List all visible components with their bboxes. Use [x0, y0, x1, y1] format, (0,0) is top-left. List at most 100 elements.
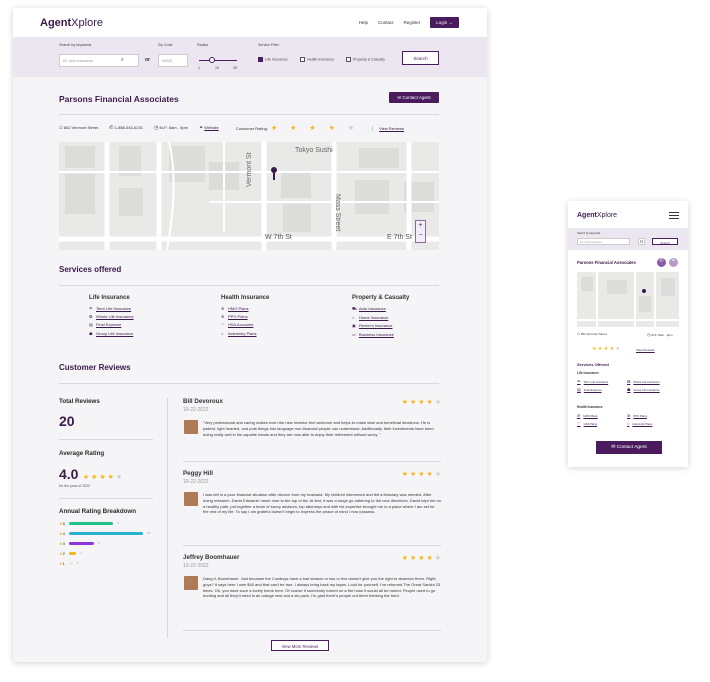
- service-link[interactable]: ✲ PPO Plans: [221, 314, 269, 319]
- phone[interactable]: ✆ 1-888-543-6231: [109, 125, 143, 131]
- keywords-label: Search by keywords: [59, 43, 92, 47]
- service-link[interactable]: ▭ Business Insurance: [352, 332, 409, 337]
- location-map[interactable]: Tokyo Sushi Vermont St Mass Street W 7th…: [59, 142, 439, 250]
- link-icon: ⚭: [198, 125, 204, 131]
- mobile-phone-icon[interactable]: ✆: [657, 258, 666, 267]
- health-checkbox[interactable]: Health Insurance: [300, 57, 334, 62]
- life-checkbox[interactable]: Life Insurance: [258, 57, 288, 62]
- services-column: Health Insurance ✲ HMO Plans ✲ PPO Plans ♡ HSA…: [221, 295, 269, 339]
- mobile-view-reviews[interactable]: View Reviews: [636, 348, 655, 352]
- nav-help[interactable]: Help: [359, 20, 368, 25]
- checkbox-checked-icon[interactable]: [258, 57, 263, 62]
- logo[interactable]: AgentXplore: [40, 17, 103, 29]
- group-icon: ☗: [89, 330, 93, 336]
- star-icon: ★: [401, 399, 409, 406]
- view-more-reviews-button[interactable]: View More Reviews: [271, 640, 329, 651]
- nav-register[interactable]: Register: [403, 20, 420, 25]
- radius-slider-track[interactable]: [199, 60, 237, 61]
- nav-links: Help Contact Register Login →: [359, 17, 459, 28]
- service-link[interactable]: ⌂ Indemnity Plans: [221, 331, 269, 336]
- checkbox-icon[interactable]: [300, 57, 305, 62]
- breakdown-star: 5: [62, 521, 65, 526]
- mobile-service-link[interactable]: ☂ Term Life Insurance: [577, 379, 608, 384]
- star-icon: ★: [426, 399, 433, 406]
- filter-icon[interactable]: ☷: [638, 238, 645, 245]
- service-icon: ⌂: [627, 421, 630, 426]
- service-link-label: PPO Plans: [228, 314, 248, 320]
- mobile-search-label: Search by keywords: [577, 232, 601, 235]
- search-button[interactable]: Search: [402, 51, 439, 65]
- mobile-search-button[interactable]: Search: [652, 238, 678, 245]
- service-icon: ♡: [577, 421, 581, 426]
- service-link[interactable]: ✲ HMO Plans: [221, 306, 269, 311]
- service-link[interactable]: ☗ Group Life Insurance: [89, 331, 134, 336]
- mobile-search-placeholder: Ex. Auto Insurance: [580, 240, 602, 244]
- login-button[interactable]: Login →: [430, 17, 459, 28]
- star-icon: ★: [410, 555, 417, 562]
- divider: [183, 630, 441, 631]
- health-checkbox-label: Health Insurance: [307, 57, 335, 62]
- zoom-in-button[interactable]: +: [416, 221, 425, 231]
- average-rating-stars: ★ ★ ★ ★ ★: [83, 474, 122, 481]
- service-link[interactable]: ▤ Final Expense: [89, 322, 134, 327]
- star-icon: ★: [328, 125, 335, 132]
- map-label-e7: E 7th St: [387, 234, 412, 241]
- heart-badge-icon: ❂: [89, 314, 93, 320]
- mobile-service-link[interactable]: ☗ Group Life Insurance: [627, 387, 660, 392]
- zoom-out-button[interactable]: −: [416, 231, 425, 241]
- mobile-service-link[interactable]: ⌂ Indemnity Plans: [627, 421, 652, 426]
- top-navbar: AgentXplore Help Contact Register Login …: [13, 8, 487, 37]
- mobile-service-link[interactable]: ♡ HSA Plans: [577, 421, 597, 426]
- home-icon: ⌂: [577, 331, 581, 337]
- search-icon[interactable]: ⌕: [121, 57, 124, 64]
- mobile-map[interactable]: [577, 272, 679, 327]
- hamburger-menu-icon[interactable]: [669, 212, 679, 219]
- mobile-logo[interactable]: AgentXplore: [577, 212, 617, 219]
- keywords-placeholder: Ex. Auto Insurance: [63, 59, 94, 63]
- service-link[interactable]: ⛟ Auto Insurance: [352, 306, 409, 312]
- breakdown-star: 3: [62, 541, 65, 546]
- website[interactable]: ⚭ Website: [199, 125, 219, 131]
- star-icon: ★: [91, 474, 98, 481]
- mobile-search-input[interactable]: Ex. Auto Insurance: [577, 238, 630, 245]
- service-link-label: HMO Plans: [228, 306, 249, 311]
- keywords-input[interactable]: Ex. Auto Insurance ⌕: [59, 54, 139, 67]
- star-icon: ★: [426, 555, 433, 562]
- contact-agent-button[interactable]: ✉ Contact Agent: [389, 92, 439, 103]
- service-link[interactable]: ▣ Renter's Insurance: [352, 323, 409, 328]
- mobile-service-link[interactable]: ▤ Final Expense: [577, 387, 602, 392]
- total-reviews-count: 20: [59, 413, 75, 429]
- mobile-service-label: Final Expense: [583, 388, 602, 392]
- service-icon: ✲: [627, 413, 631, 418]
- mobile-service-link[interactable]: ❂ Whole Life Insurance: [627, 379, 660, 384]
- star-icon: ★: [597, 346, 603, 352]
- property-checkbox-label: Property & Casualty: [353, 57, 385, 62]
- property-checkbox[interactable]: Property & Casualty: [346, 57, 385, 62]
- divider: [59, 498, 153, 499]
- mobile-link-icon[interactable]: ⚭: [669, 258, 678, 267]
- service-link[interactable]: ☂ Term Life Insurance: [89, 306, 134, 311]
- service-link-label: HSA Accounts: [228, 322, 254, 328]
- radius-tick: 1: [198, 66, 200, 70]
- nav-contact[interactable]: Contact: [378, 20, 394, 25]
- renters-icon: ▣: [352, 323, 356, 329]
- clock-icon: ◷: [154, 125, 159, 131]
- view-reviews-link[interactable]: View Reviews: [372, 125, 404, 131]
- mobile-service-link[interactable]: ✲ HMO Plans: [577, 413, 598, 418]
- service-link[interactable]: ⌂ Home Insurance: [352, 315, 409, 320]
- breakdown-star: 1: [62, 561, 65, 566]
- lock-icon: ⌂: [221, 330, 224, 336]
- radius-slider-thumb[interactable]: [209, 57, 216, 63]
- checkbox-icon[interactable]: [346, 57, 351, 62]
- service-link[interactable]: ♡ HSA Accounts: [221, 322, 269, 327]
- services-column: Property & Casualty ⛟ Auto Insurance ⌂ Home …: [352, 295, 409, 340]
- service-link[interactable]: ❂ Whole Life Insurance: [89, 314, 134, 319]
- breakdown-count: 1: [77, 561, 79, 565]
- website-link[interactable]: Website: [204, 125, 218, 130]
- star-icon: ★: [615, 346, 620, 352]
- mobile-service-link[interactable]: ✲ PPO Plans: [627, 413, 647, 418]
- service-link-label: Indemnity Plans: [228, 330, 257, 336]
- zip-input[interactable]: 90043: [158, 54, 188, 67]
- mobile-contact-agent-button[interactable]: ✉ Contact Agent: [596, 441, 662, 454]
- reviewer-avatar: [184, 420, 198, 434]
